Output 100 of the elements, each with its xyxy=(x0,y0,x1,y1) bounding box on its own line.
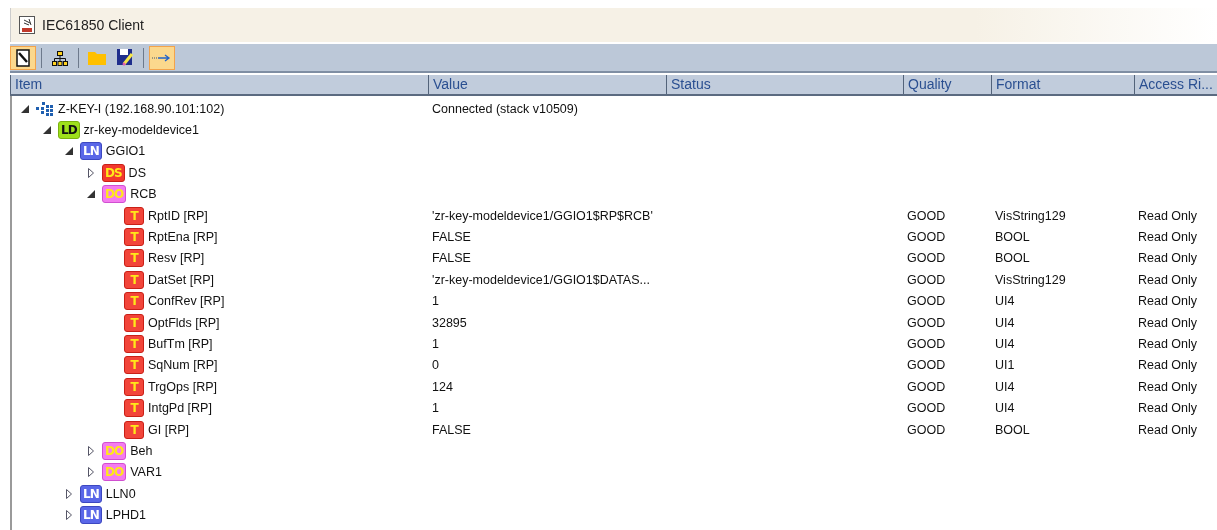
expanded-arrow-icon[interactable] xyxy=(21,104,29,113)
item-label[interactable]: LLN0 xyxy=(105,486,136,501)
do-badge-icon: DO xyxy=(102,463,127,482)
arrow-icon xyxy=(152,53,172,62)
format-text: UI4 xyxy=(994,294,1015,309)
connect-icon xyxy=(16,48,30,67)
item-label[interactable]: zr-key-modeldevice1 xyxy=(83,123,199,138)
value-text: 1 xyxy=(431,401,439,416)
item-label[interactable]: OptFlds [RP] xyxy=(148,315,220,330)
t-badge-icon: T xyxy=(124,206,144,225)
value-text: 'zr-key-modeldevice1/GGIO1$RP$RCB' xyxy=(431,208,653,223)
server-network-icon xyxy=(36,101,54,116)
ln-badge-icon: LN xyxy=(80,506,102,525)
item-label[interactable]: BufTm [RP] xyxy=(148,337,213,351)
ln-badge-icon: LN xyxy=(80,484,102,503)
access-text: Read Only xyxy=(1137,251,1198,266)
access-text: Read Only xyxy=(1137,208,1198,223)
value-text: 1 xyxy=(431,337,439,351)
format-text: BOOL xyxy=(994,230,1030,245)
value-text: FALSE xyxy=(431,422,471,437)
access-text: Read Only xyxy=(1137,401,1198,416)
t-badge-icon: T xyxy=(124,399,144,418)
quality-text: GOOD xyxy=(906,422,946,437)
item-label[interactable]: SqNum [RP] xyxy=(148,358,218,373)
value-text: Connected (stack v10509) xyxy=(431,101,578,116)
item-label[interactable]: TrgOps [RP] xyxy=(148,379,217,394)
access-text: Read Only xyxy=(1137,379,1198,394)
item-label[interactable]: GI [RP] xyxy=(148,422,189,437)
t-badge-icon: T xyxy=(124,270,144,289)
value-text: 32895 xyxy=(431,315,467,330)
item-label[interactable]: RptID [RP] xyxy=(148,208,208,223)
quality-text: GOOD xyxy=(906,251,946,266)
value-text: 124 xyxy=(431,379,453,394)
access-text: Read Only xyxy=(1137,272,1198,287)
t-badge-icon: T xyxy=(124,249,144,268)
format-text: UI4 xyxy=(994,379,1015,394)
expanded-arrow-icon[interactable] xyxy=(43,126,51,135)
t-badge-icon: T xyxy=(124,292,144,311)
access-text: Read Only xyxy=(1137,422,1198,437)
toolbar-button[interactable] xyxy=(10,45,36,70)
format-text: UI4 xyxy=(994,401,1015,416)
t-badge-icon: T xyxy=(124,420,144,439)
quality-text: GOOD xyxy=(906,379,946,394)
collapsed-arrow-icon[interactable] xyxy=(88,167,94,178)
ln-badge-icon: LN xyxy=(80,142,102,161)
format-text: UI1 xyxy=(994,358,1015,373)
quality-text: GOOD xyxy=(906,208,946,223)
value-text: 'zr-key-modeldevice1/GGIO1$DATAS... xyxy=(431,272,650,287)
format-text: BOOL xyxy=(994,422,1030,437)
quality-text: GOOD xyxy=(906,272,946,287)
column-header[interactable]: Value xyxy=(428,75,666,94)
t-badge-icon: T xyxy=(124,356,144,375)
quality-text: GOOD xyxy=(906,358,946,373)
do-badge-icon: DO xyxy=(102,185,127,204)
item-label[interactable]: ConfRev [RP] xyxy=(148,294,225,309)
quality-text: GOOD xyxy=(906,315,946,330)
access-text: Read Only xyxy=(1137,294,1198,309)
item-label[interactable]: VAR1 xyxy=(130,465,162,480)
item-label[interactable]: RCB xyxy=(130,187,157,202)
collapsed-arrow-icon[interactable] xyxy=(88,445,94,456)
access-text: Read Only xyxy=(1137,337,1198,351)
column-header[interactable]: Item xyxy=(10,75,428,94)
expanded-arrow-icon[interactable] xyxy=(87,190,95,199)
do-badge-icon: DO xyxy=(102,441,127,460)
column-header[interactable]: Format xyxy=(991,75,1134,94)
collapsed-arrow-icon[interactable] xyxy=(66,510,72,521)
format-text: BOOL xyxy=(994,251,1030,266)
value-text: FALSE xyxy=(431,251,471,266)
column-header[interactable]: Access Ri... xyxy=(1134,75,1217,94)
format-text: UI4 xyxy=(994,337,1015,351)
quality-text: GOOD xyxy=(906,294,946,309)
item-label[interactable]: Beh xyxy=(130,443,153,458)
t-badge-icon: T xyxy=(124,228,144,247)
value-text: 0 xyxy=(431,358,439,373)
column-header[interactable]: Quality xyxy=(903,75,991,94)
item-label[interactable]: RptEna [RP] xyxy=(148,230,218,245)
access-text: Read Only xyxy=(1137,230,1198,245)
collapsed-arrow-icon[interactable] xyxy=(66,488,72,499)
item-label[interactable]: Z-KEY-I (192.168.90.101:102) xyxy=(58,101,225,116)
item-label[interactable]: LPHD1 xyxy=(105,508,146,523)
folder-icon xyxy=(88,50,106,65)
item-label[interactable]: DatSet [RP] xyxy=(148,272,214,287)
network-icon xyxy=(52,49,68,66)
t-badge-icon: T xyxy=(124,313,144,332)
item-label[interactable]: IntgPd [RP] xyxy=(148,401,212,416)
format-text: VisString129 xyxy=(994,208,1066,223)
access-text: Read Only xyxy=(1137,315,1198,330)
app-icon xyxy=(19,16,35,34)
item-label[interactable]: Resv [RP] xyxy=(148,251,205,266)
ld-badge-icon: LD xyxy=(58,121,80,140)
item-label[interactable]: GGIO1 xyxy=(105,144,146,159)
t-badge-icon: T xyxy=(124,377,144,396)
collapsed-arrow-icon[interactable] xyxy=(88,467,94,478)
column-header[interactable]: Status xyxy=(666,75,903,94)
window-title: IEC61850 Client xyxy=(42,17,144,33)
format-text: UI4 xyxy=(994,315,1015,330)
expanded-arrow-icon[interactable] xyxy=(65,147,73,156)
item-label[interactable]: DS xyxy=(128,165,146,180)
value-text: 1 xyxy=(431,294,439,309)
format-text: VisString129 xyxy=(994,272,1066,287)
